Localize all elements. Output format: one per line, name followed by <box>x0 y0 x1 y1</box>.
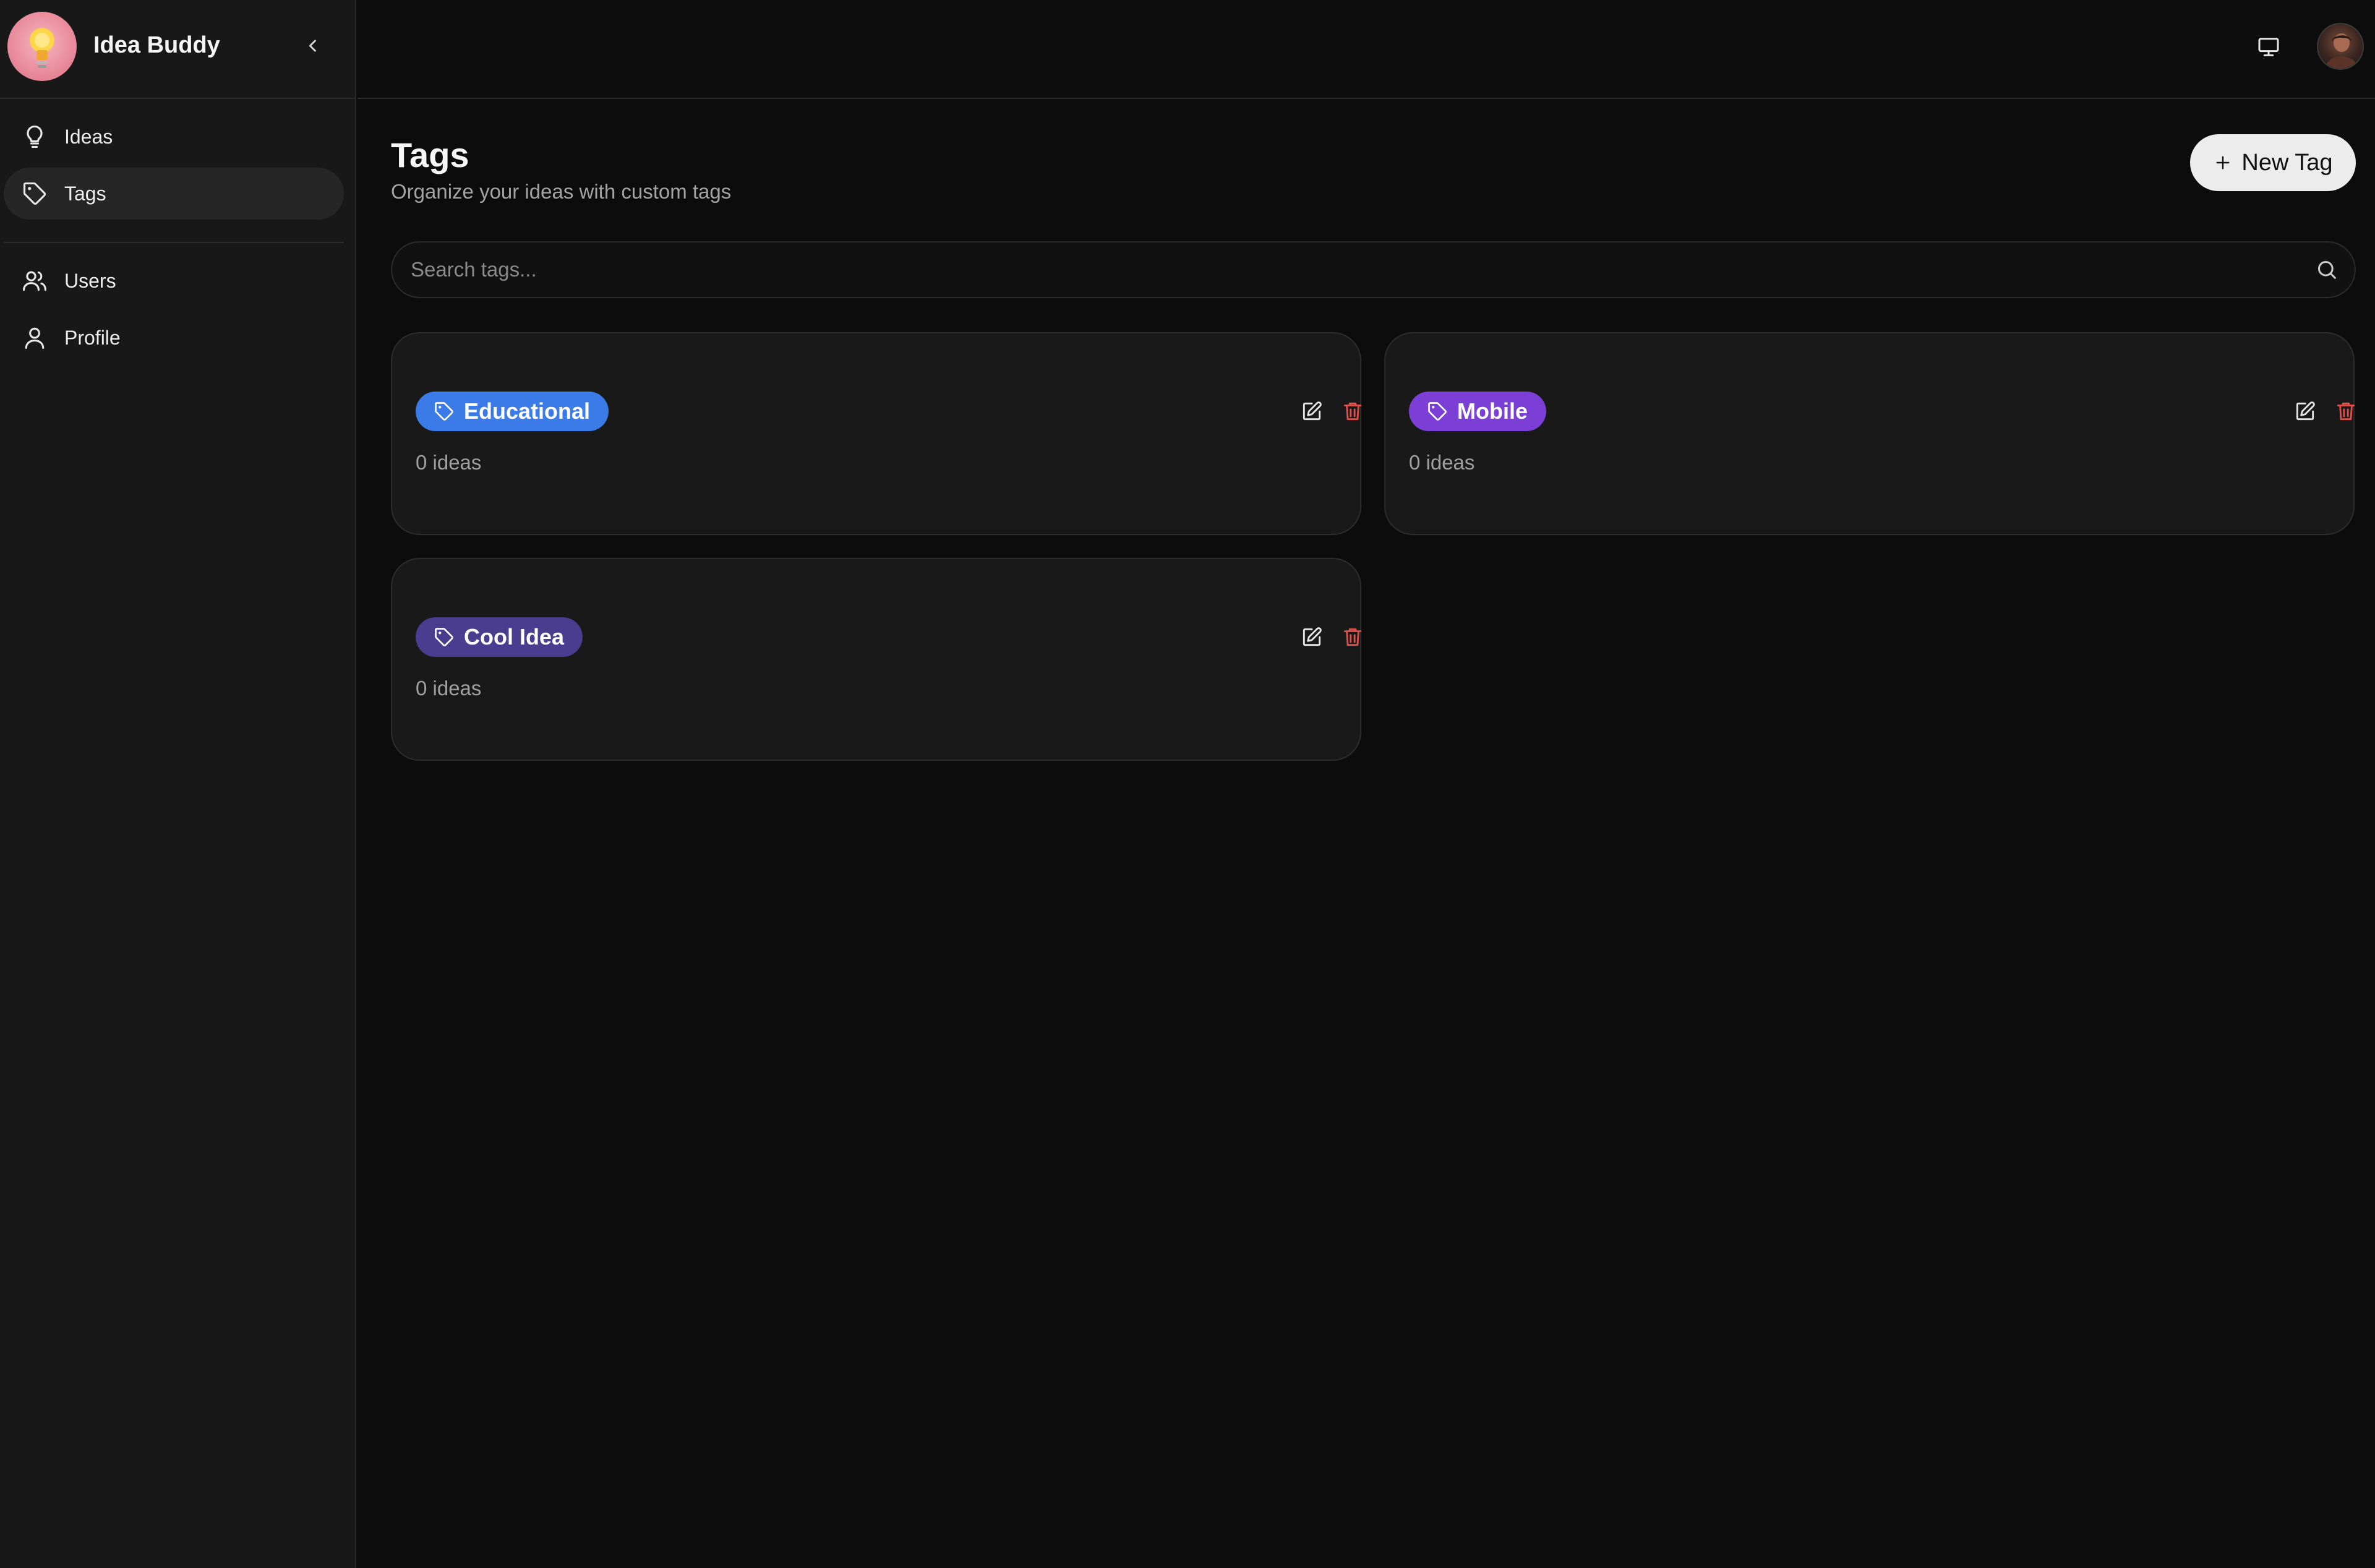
users-icon <box>23 271 46 291</box>
search-icon[interactable] <box>2314 257 2339 282</box>
edit-icon <box>1303 627 1322 646</box>
tag-card: Educational 0 ideas <box>391 332 1362 535</box>
app-logo <box>7 12 77 81</box>
page-title: Tags <box>391 135 469 174</box>
tag-name: Educational <box>464 398 591 424</box>
page-subtitle: Organize your ideas with custom tags <box>391 180 732 203</box>
edit-icon <box>1303 401 1322 421</box>
collapse-sidebar-button[interactable] <box>299 32 327 59</box>
tag-icon <box>23 182 46 205</box>
search-bar <box>391 241 2356 298</box>
theme-toggle-button[interactable] <box>2253 32 2285 62</box>
plus-icon <box>2216 156 2230 169</box>
trash-icon <box>1343 628 1362 646</box>
monitor-icon <box>2258 38 2279 56</box>
sidebar-item-ideas[interactable]: Ideas <box>4 111 344 163</box>
edit-tag-button[interactable] <box>1298 398 1325 425</box>
tag-pill[interactable]: Mobile <box>1409 392 1546 431</box>
tag-pill[interactable]: Cool Idea <box>416 617 583 657</box>
top-bar <box>357 0 2375 99</box>
tag-card: Cool Idea 0 ideas <box>391 558 1362 761</box>
tag-idea-count: 0 ideas <box>1409 451 1475 474</box>
app-name: Idea Buddy <box>93 32 220 58</box>
tag-idea-count: 0 ideas <box>416 677 482 700</box>
user-avatar[interactable] <box>2317 23 2364 70</box>
sidebar-item-label: Ideas <box>64 125 113 148</box>
tag-icon <box>435 402 453 421</box>
delete-tag-button[interactable] <box>2332 398 2360 425</box>
sidebar-item-label: Tags <box>64 182 106 205</box>
lightbulb-icon <box>27 125 43 148</box>
user-icon <box>25 327 45 349</box>
sidebar: Idea Buddy Ideas Tags Users Profile <box>0 0 356 1568</box>
sidebar-item-label: Users <box>64 269 116 292</box>
search-input[interactable] <box>411 242 2297 297</box>
sidebar-divider <box>4 242 344 243</box>
delete-tag-button[interactable] <box>1339 398 1366 425</box>
tag-name: Mobile <box>1457 398 1528 424</box>
edit-icon <box>2296 401 2315 421</box>
edit-tag-button[interactable] <box>1298 623 1325 651</box>
tag-pill[interactable]: Educational <box>416 392 609 431</box>
lightbulb-logo-icon <box>30 28 54 68</box>
sidebar-item-tags[interactable]: Tags <box>4 168 344 220</box>
tag-card: Mobile 0 ideas <box>1384 332 2355 535</box>
tag-idea-count: 0 ideas <box>416 451 482 474</box>
edit-tag-button[interactable] <box>2292 398 2319 425</box>
delete-tag-button[interactable] <box>1339 623 1366 651</box>
sidebar-item-users[interactable]: Users <box>4 255 344 307</box>
brand-header: Idea Buddy <box>0 0 356 99</box>
trash-icon <box>2337 402 2355 421</box>
trash-icon <box>1343 402 1362 421</box>
tag-icon <box>435 628 453 646</box>
new-tag-label: New Tag <box>2241 149 2333 176</box>
new-tag-button[interactable]: New Tag <box>2190 134 2356 191</box>
chevron-left-icon <box>309 40 316 52</box>
tag-name: Cool Idea <box>464 624 565 649</box>
tag-icon <box>1428 402 1447 421</box>
sidebar-item-label: Profile <box>64 326 121 349</box>
sidebar-item-profile[interactable]: Profile <box>4 312 344 364</box>
